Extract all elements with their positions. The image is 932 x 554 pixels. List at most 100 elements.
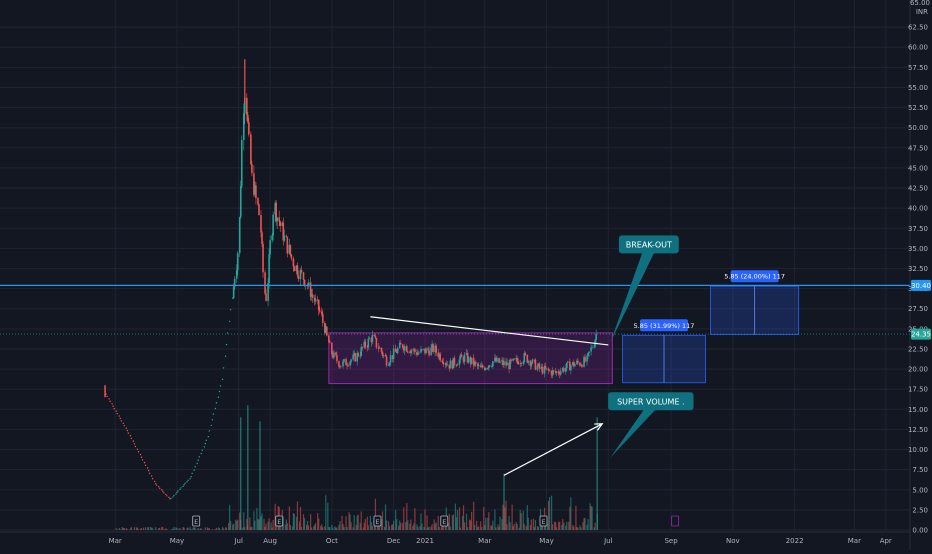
price-candle bbox=[478, 366, 480, 367]
price-candle bbox=[468, 357, 470, 362]
price-candle bbox=[340, 366, 342, 367]
volume-bar bbox=[329, 527, 330, 530]
price-candle bbox=[359, 356, 361, 357]
price-candle bbox=[509, 360, 511, 370]
volume-bar bbox=[276, 526, 277, 530]
volume-bar bbox=[535, 520, 536, 530]
price-tick-label: 7.50 bbox=[912, 466, 928, 474]
price-candle bbox=[563, 368, 565, 372]
measure-label: 5.85 (31.99%) 117 bbox=[634, 322, 695, 330]
price-candle bbox=[428, 350, 430, 355]
volume-bar bbox=[145, 527, 146, 530]
time-tick-label: Mar bbox=[109, 537, 122, 545]
price-candle bbox=[162, 491, 163, 492]
price-candle bbox=[219, 391, 220, 392]
time-tick-label: Nov bbox=[726, 537, 740, 545]
price-candle bbox=[294, 267, 296, 272]
price-candle bbox=[388, 365, 390, 366]
price-candle bbox=[120, 418, 121, 419]
price-tick-label: 2.50 bbox=[912, 506, 928, 514]
price-candle bbox=[520, 363, 522, 364]
price-candle bbox=[183, 484, 184, 485]
price-candle bbox=[570, 365, 572, 370]
price-candle bbox=[179, 489, 180, 490]
price-candle bbox=[184, 483, 185, 484]
price-candle bbox=[406, 346, 408, 352]
price-candle bbox=[417, 353, 419, 355]
volume-bar bbox=[300, 507, 301, 530]
price-candle bbox=[475, 362, 477, 364]
event-marker-label: E bbox=[194, 519, 198, 526]
volume-bar bbox=[403, 507, 404, 530]
price-candle bbox=[565, 368, 567, 372]
price-candle bbox=[291, 254, 293, 258]
price-candle bbox=[315, 299, 317, 301]
volume-bar bbox=[148, 527, 149, 530]
volume-bar bbox=[290, 525, 291, 530]
volume-bar bbox=[549, 497, 550, 530]
volume-bar bbox=[499, 517, 500, 530]
price-tick-label: 37.50 bbox=[908, 225, 928, 233]
price-candle bbox=[165, 494, 166, 495]
price-candle bbox=[350, 359, 352, 361]
volume-bar bbox=[552, 524, 553, 530]
price-candle bbox=[218, 397, 219, 398]
volume-bar bbox=[592, 507, 593, 530]
price-candle bbox=[566, 363, 568, 368]
volume-bar bbox=[230, 521, 231, 530]
volume-bar bbox=[141, 528, 142, 530]
volume-bar bbox=[120, 529, 121, 530]
volume-bar bbox=[339, 521, 340, 530]
price-candle bbox=[268, 254, 270, 283]
volume-bar bbox=[183, 528, 184, 530]
time-tick-label: 2021 bbox=[416, 537, 434, 545]
price-candle bbox=[407, 352, 409, 353]
price-candle bbox=[549, 371, 551, 372]
price-tick-label: 32.50 bbox=[908, 265, 928, 273]
price-chart[interactable]: 5.85 (31.99%) 1175.85 (24.00%) 117 BREAK… bbox=[0, 0, 932, 550]
volume-bar bbox=[209, 528, 210, 530]
time-tick-label: Mar bbox=[478, 537, 491, 545]
price-candle bbox=[111, 403, 112, 404]
price-candle bbox=[513, 359, 515, 360]
price-candle bbox=[485, 368, 487, 370]
volume-bar bbox=[244, 527, 245, 530]
price-candle bbox=[247, 115, 249, 122]
price-candle bbox=[279, 222, 281, 226]
volume-bar bbox=[343, 527, 344, 530]
price-tick-label: 40.00 bbox=[908, 205, 928, 213]
price-candle bbox=[390, 355, 392, 363]
price-candle bbox=[301, 270, 303, 272]
price-candle bbox=[560, 371, 562, 375]
volume-bar bbox=[457, 510, 458, 530]
chart-area[interactable]: 5.85 (31.99%) 1175.85 (24.00%) 117 BREAK… bbox=[0, 0, 932, 550]
price-candle bbox=[175, 493, 176, 494]
volume-bar bbox=[143, 528, 144, 530]
volume-spike bbox=[597, 417, 598, 530]
price-candle bbox=[193, 469, 194, 470]
price-candle bbox=[587, 353, 589, 356]
volume-bar bbox=[474, 525, 475, 530]
price-candle bbox=[522, 362, 524, 364]
volume-bar bbox=[577, 527, 578, 530]
volume-bar bbox=[166, 529, 167, 530]
price-tick-label: 20.00 bbox=[908, 366, 928, 374]
price-candle bbox=[159, 488, 160, 489]
price-candle bbox=[439, 354, 441, 361]
price-candle bbox=[172, 496, 173, 497]
price-candle bbox=[364, 342, 366, 347]
price-candle bbox=[464, 355, 466, 362]
price-candle bbox=[539, 364, 541, 369]
price-candle bbox=[128, 432, 129, 433]
event-marker[interactable] bbox=[672, 516, 679, 526]
price-candle bbox=[360, 347, 362, 356]
price-axis-top-label: 65.00 bbox=[910, 0, 930, 7]
price-candle bbox=[127, 430, 128, 431]
volume-bar bbox=[138, 529, 139, 530]
volume-bar bbox=[407, 520, 408, 530]
volume-bar bbox=[187, 528, 188, 530]
price-candle bbox=[138, 451, 139, 452]
volume-bar bbox=[311, 528, 312, 530]
price-candle bbox=[535, 360, 537, 370]
price-candle bbox=[123, 423, 124, 424]
